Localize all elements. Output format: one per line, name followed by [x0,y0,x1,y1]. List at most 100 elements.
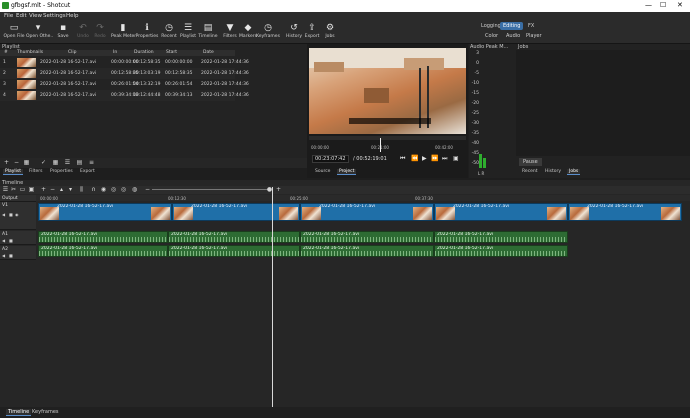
lock-icon[interactable]: ■ [9,212,13,217]
col-start[interactable]: Start [166,50,177,55]
update-icon[interactable]: ▦ [23,159,30,166]
tab-export[interactable]: Export [78,169,97,174]
track-v1[interactable]: V1 ◀ ■ ◉ [0,202,36,230]
snap-icon[interactable]: ∩ [90,186,97,194]
zoom-in-icon[interactable]: + [275,186,282,194]
layout-player[interactable]: Player [523,32,545,40]
track-a2[interactable]: A2 ◀ ■ [0,246,36,260]
jobs-button[interactable]: ⚙ Jobs [318,22,342,43]
tab-keyframes[interactable]: Keyframes [32,409,59,415]
split-icon[interactable]: ⫼ [78,186,85,194]
playlist-row[interactable]: 3 2022-01-28 16-52-17.avi 00:26:01:54 00:13… [0,79,249,90]
tab-history[interactable]: History [543,169,563,174]
video-clip[interactable]: 2022-01-28 16-52-17.avi [300,203,434,221]
select-icon[interactable]: ✓ [40,159,47,166]
playhead[interactable] [272,187,273,407]
video-frame[interactable] [309,48,466,134]
detail-view-icon[interactable]: ▤ [76,159,83,166]
ripple-icon[interactable]: ◎ [110,186,117,194]
layout-color[interactable]: Color [482,32,501,40]
list-view-icon[interactable]: ☰ [64,159,71,166]
lift-icon[interactable]: ▴ [58,186,65,194]
layout-fx[interactable]: FX [525,22,537,30]
tab-playlist[interactable]: Playlist [3,169,23,175]
menu-help[interactable]: Help [66,13,79,19]
tab-properties[interactable]: Properties [48,169,75,174]
col-clip[interactable]: Clip [68,50,77,55]
audio-clip-a2[interactable]: 2022-01-28 16-52-17.avi [168,245,300,257]
track-output[interactable]: Output [0,195,36,202]
video-clip[interactable]: 2022-01-28 16-52-17.avi [38,203,172,221]
tab-timeline[interactable]: Timeline [6,409,32,416]
zoom-out-icon[interactable]: − [144,186,151,194]
track-a1[interactable]: A1 ◀ ■ [0,231,36,245]
audio-clip-a1[interactable]: 2022-01-28 16-52-17.avi [38,231,168,243]
video-clip[interactable]: 2022-01-28 16-52-17.avi [172,203,300,221]
menu-edit[interactable]: Edit [16,13,27,19]
fast-forward-icon[interactable]: ⏩ [431,155,438,162]
paste-icon[interactable]: ▣ [28,186,35,194]
menu-settings[interactable]: Settings [43,13,66,19]
timeline-button[interactable]: ▤ Timeline [196,22,220,43]
peak-meter-button[interactable]: ▮ Peak Meter [111,22,136,43]
open-other-button[interactable]: ▾ Open Othe.. [26,22,53,43]
volume-icon[interactable]: ▣ [453,155,459,162]
video-clip[interactable]: 2022-01-28 16-52-17.avi [568,203,682,221]
eye-icon[interactable]: ◉ [15,212,19,217]
playlist-row[interactable]: 4 2022-01-28 16-52-17.avi 00:39:34:13 00:12… [0,90,249,101]
remove-icon-tl[interactable]: − [49,186,56,194]
remove-icon[interactable]: − [13,159,20,166]
pause-button[interactable]: Pause [519,158,542,166]
skip-previous-icon[interactable]: ⏮ [400,155,405,163]
col-number[interactable]: # [4,50,8,55]
tab-jobs[interactable]: Jobs [567,169,581,175]
append-icon[interactable]: + [40,186,47,194]
tab-project[interactable]: Project [337,169,357,175]
timecode-field[interactable]: 00:23:07:42 [312,155,349,163]
close-button[interactable]: ✕ [677,1,683,9]
properties-button[interactable]: ℹ Properties [135,22,159,43]
menu-file[interactable]: File [4,13,13,19]
audio-clip-a1[interactable]: 2022-01-28 16-52-17.avi [168,231,300,243]
audio-clip-a1[interactable]: 2022-01-28 16-52-17.avi [434,231,568,243]
tab-source[interactable]: Source [313,169,332,174]
video-clip[interactable]: 2022-01-28 16-52-17.avi [434,203,568,221]
keyframes-button[interactable]: ◷ Keyframes [256,22,280,43]
col-in[interactable]: In [113,50,117,55]
audio-clip-a2[interactable]: 2022-01-28 16-52-17.avi [300,245,434,257]
a1-mute-icon[interactable]: ◀ [2,238,5,243]
minimize-button[interactable]: — [645,1,652,9]
play-icon[interactable]: ▶ [422,155,427,162]
a2-lock-icon[interactable]: ■ [9,253,13,258]
layout-audio[interactable]: Audio [503,32,523,40]
menu-icon[interactable]: ≡ [88,159,95,166]
folder-open-button[interactable]: ▭ Open File [2,22,26,43]
mute-icon[interactable]: ◀ [2,212,5,217]
col-thumbnails[interactable]: Thumbnails [17,50,43,55]
col-duration[interactable]: Duration [134,50,154,55]
overwrite-icon[interactable]: ▾ [67,186,74,194]
ripple-all-icon[interactable]: ◎ [120,186,127,194]
playlist-row[interactable]: 1 2022-01-28 16-52-17.avi 00:00:00:00 00:12… [0,57,249,68]
maximize-button[interactable]: ☐ [660,1,666,9]
tab-recent[interactable]: Recent [520,169,540,174]
col-date[interactable]: Date [203,50,214,55]
audio-clip-a1[interactable]: 2022-01-28 16-52-17.avi [300,231,434,243]
scrub-icon[interactable]: ◉ [100,186,107,194]
tab-filters[interactable]: Filters [27,169,45,174]
skip-next-icon[interactable]: ⏭ [442,155,447,163]
ripple-markers-icon[interactable]: ◍ [131,186,138,194]
timeline-menu-icon[interactable]: ☰ [2,186,9,194]
add-icon[interactable]: + [3,159,10,166]
audio-clip-a2[interactable]: 2022-01-28 16-52-17.avi [434,245,568,257]
copy-icon[interactable]: ▭ [19,186,26,194]
menu-view[interactable]: View [29,13,42,19]
layout-editing[interactable]: Editing [500,22,524,30]
a2-mute-icon[interactable]: ◀ [2,253,5,258]
grid-view-icon[interactable]: ▦ [52,159,59,166]
playlist-row[interactable]: 2 2022-01-28 16-52-17.avi 00:12:58:35 00:13… [0,68,249,79]
cut-icon[interactable]: ✂ [10,186,17,194]
audio-clip-a2[interactable]: 2022-01-28 16-52-17.avi [38,245,168,257]
a1-lock-icon[interactable]: ■ [9,238,13,243]
rewind-icon[interactable]: ⏪ [411,155,418,162]
